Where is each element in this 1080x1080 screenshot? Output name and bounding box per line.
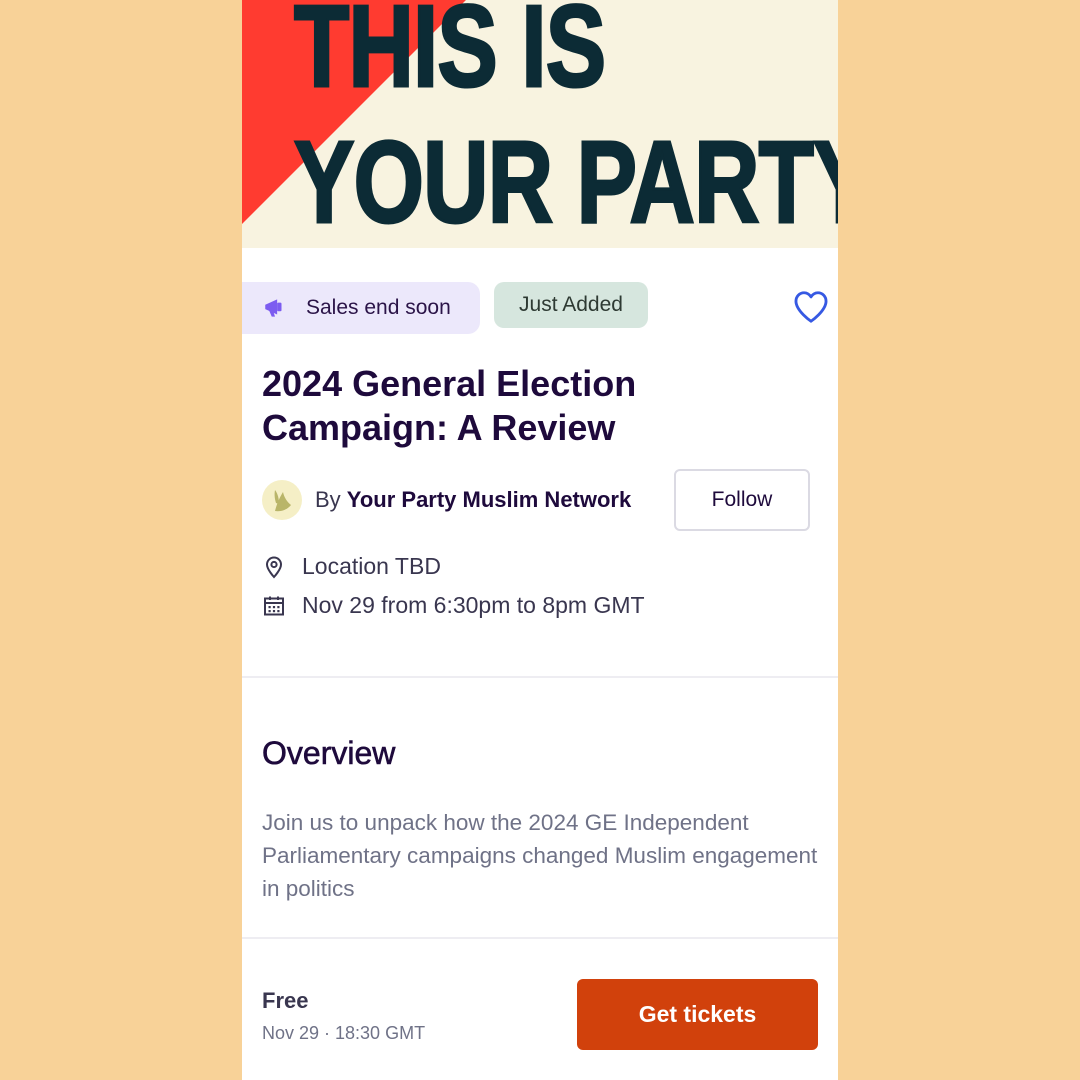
banner-headline-line-1: THIS IS xyxy=(293,0,607,111)
organizer-byline: By Your Party Muslim Network xyxy=(315,487,631,513)
organizer-logo-icon xyxy=(274,490,291,512)
organizer-name[interactable]: Your Party Muslim Network xyxy=(347,487,631,512)
overview-heading: Overview xyxy=(262,735,396,772)
organizer-prefix: By xyxy=(315,487,347,512)
overview-description: Join us to unpack how the 2024 GE Indepe… xyxy=(262,810,818,901)
just-added-badge: Just Added xyxy=(494,282,648,328)
footer-datetime: Nov 29 · 18:30 GMT xyxy=(262,1023,426,1043)
location-row: Location TBD xyxy=(262,553,441,580)
heart-icon[interactable] xyxy=(792,288,830,326)
calendar-icon xyxy=(264,596,284,615)
event-page: THIS IS YOUR PARTY. Sales end soon Just … xyxy=(242,0,838,1080)
footer-divider xyxy=(242,937,838,939)
price-label: Free xyxy=(262,988,309,1013)
date-text: Nov 29 from 6:30pm to 8pm GMT xyxy=(302,592,645,618)
get-tickets-button[interactable]: Get tickets xyxy=(577,979,818,1050)
event-banner-image: THIS IS YOUR PARTY. xyxy=(242,0,838,248)
just-added-label: Just Added xyxy=(519,293,623,316)
event-title: 2024 General Election Campaign: A Review xyxy=(262,363,637,448)
map-pin-icon xyxy=(265,555,283,578)
sales-end-soon-label: Sales end soon xyxy=(306,296,451,319)
megaphone-icon xyxy=(265,299,282,317)
section-divider xyxy=(242,676,838,678)
date-row: Nov 29 from 6:30pm to 8pm GMT xyxy=(262,592,645,619)
sales-end-soon-badge: Sales end soon xyxy=(242,282,480,334)
location-text: Location TBD xyxy=(302,553,441,579)
organizer-avatar[interactable] xyxy=(262,480,302,520)
banner-headline-line-2: YOUR PARTY. xyxy=(293,117,838,247)
follow-button[interactable]: Follow xyxy=(674,469,810,531)
